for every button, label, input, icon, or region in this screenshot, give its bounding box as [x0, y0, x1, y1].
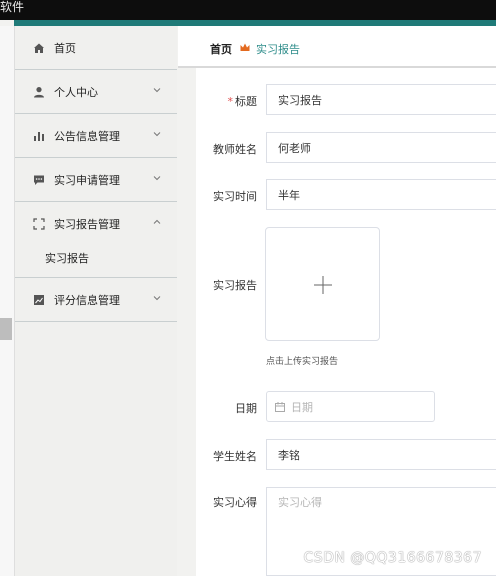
title-label-text: 标题	[235, 95, 257, 108]
chevron-down-icon	[153, 132, 161, 137]
teacher-input[interactable]: 何老师	[266, 132, 496, 163]
app-title: 软件	[0, 0, 25, 14]
scan-icon	[32, 217, 46, 231]
chevron-down-icon	[153, 176, 161, 181]
crown-icon	[240, 43, 250, 51]
sidebar-item-announcements[interactable]: 公告信息管理	[15, 114, 177, 158]
upload-hint: 点击上传实习报告	[266, 357, 339, 367]
title-input[interactable]: 实习报告	[266, 84, 496, 115]
reflection-label: 实习心得	[213, 496, 257, 509]
bar-chart-icon	[32, 129, 46, 143]
teacher-value: 何老师	[278, 141, 311, 155]
sidebar-item-label: 首页	[54, 41, 76, 55]
sidebar-item-grades[interactable]: 评分信息管理	[15, 278, 177, 322]
teacher-label: 教师姓名	[213, 143, 257, 156]
sidebar-item-internship-applications[interactable]: 实习申请管理	[15, 158, 177, 202]
line-chart-icon	[32, 293, 46, 307]
duration-input[interactable]: 半年	[266, 179, 496, 210]
plus-icon	[314, 276, 332, 294]
sidebar-item-label: 个人中心	[54, 85, 98, 99]
sidebar-item-label: 实习报告管理	[54, 217, 120, 231]
reflection-placeholder: 实习心得	[278, 496, 322, 509]
sidebar-subitem-label: 实习报告	[45, 251, 89, 265]
home-icon	[32, 41, 46, 55]
report-upload[interactable]	[265, 227, 380, 341]
sidebar-subitem-report[interactable]: 实习报告	[15, 238, 177, 278]
title-value: 实习报告	[278, 93, 322, 107]
title-label: * 标题	[193, 93, 258, 109]
student-label: 学生姓名	[213, 450, 257, 463]
breadcrumb-current: 实习报告	[256, 43, 300, 56]
sidebar-item-label: 评分信息管理	[54, 293, 120, 307]
sidebar-item-home[interactable]: 首页	[15, 26, 177, 70]
left-edge	[0, 26, 14, 576]
date-placeholder: 日期	[291, 400, 313, 414]
required-mark: *	[227, 95, 234, 108]
user-icon	[32, 85, 46, 99]
breadcrumb-home[interactable]: 首页	[210, 41, 232, 57]
left-edge-mark	[0, 318, 12, 340]
window-title-bar: 软件	[0, 0, 496, 20]
date-label: 日期	[235, 402, 257, 415]
chevron-down-icon	[153, 296, 161, 301]
duration-value: 半年	[278, 188, 300, 202]
sidebar-item-personal-center[interactable]: 个人中心	[15, 70, 177, 114]
chevron-down-icon	[153, 88, 161, 93]
chevron-up-icon	[153, 219, 161, 224]
calendar-icon	[275, 401, 285, 412]
report-label: 实习报告	[213, 279, 257, 292]
duration-label: 实习时间	[213, 190, 257, 203]
student-input[interactable]: 李铭	[266, 439, 496, 470]
student-value: 李铭	[278, 448, 300, 462]
sidebar-item-label: 公告信息管理	[54, 129, 120, 143]
breadcrumb: 首页 实习报告	[178, 26, 496, 68]
sidebar: 首页 个人中心 公告信息管理 实习申请管理 实习报告管理 实习报告 评分信息管理	[14, 26, 177, 576]
chat-icon	[32, 173, 46, 187]
date-picker[interactable]: 日期	[266, 391, 435, 422]
watermark: CSDN @QQ3166678367	[303, 550, 482, 566]
sidebar-item-label: 实习申请管理	[54, 173, 120, 187]
